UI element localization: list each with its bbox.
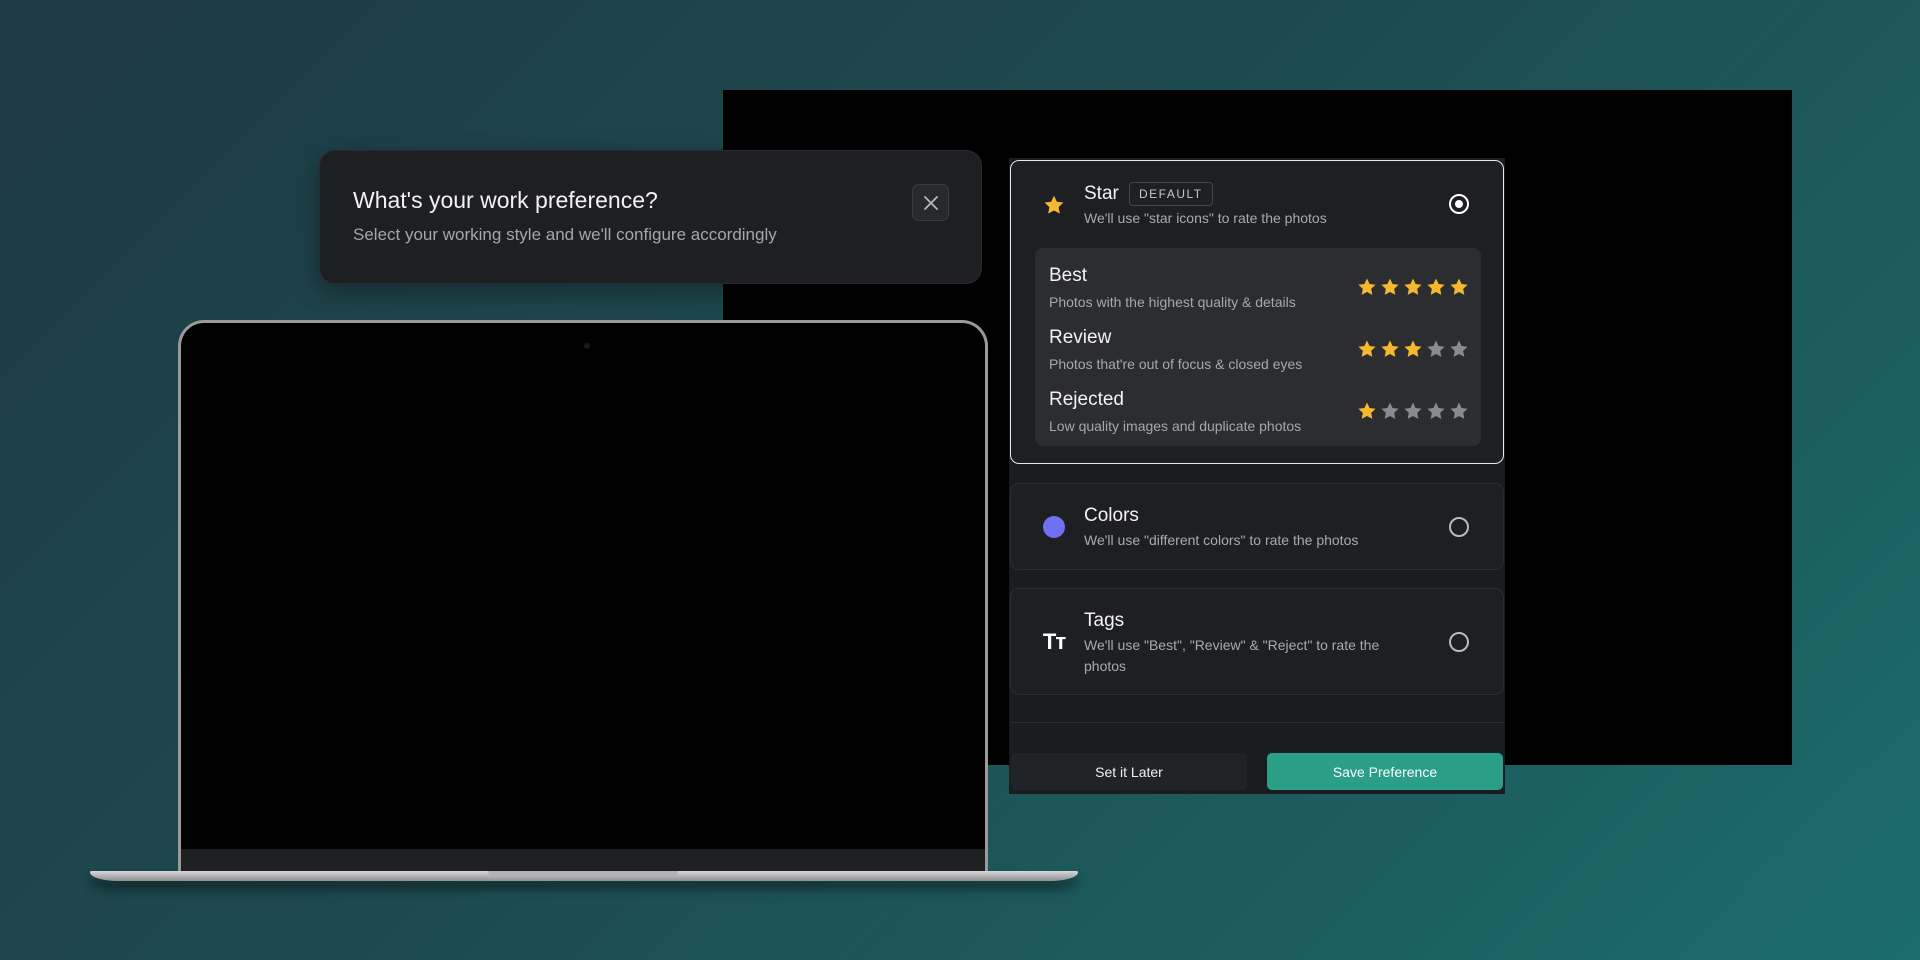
- level-title: Rejected: [1049, 389, 1124, 410]
- option-description: We'll use "star icons" to rate the photo…: [1084, 210, 1327, 226]
- option-title: Tags: [1084, 610, 1125, 631]
- star-empty-icon: [1426, 401, 1446, 421]
- radio-colors[interactable]: [1449, 517, 1469, 537]
- star-filled-icon: [1403, 339, 1423, 359]
- page-title: What's your work preference?: [353, 187, 658, 213]
- preference-header-card: What's your work preference? Select your…: [319, 150, 982, 284]
- page-subtitle: Select your working style and we'll conf…: [353, 225, 777, 244]
- close-icon: [923, 195, 938, 210]
- star-filled-icon: [1403, 277, 1423, 297]
- option-colors[interactable]: Colors We'll use "different colors" to r…: [1010, 483, 1504, 570]
- star-filled-icon: [1357, 277, 1377, 297]
- default-badge: DEFAULT: [1129, 182, 1213, 206]
- radio-star[interactable]: [1449, 194, 1469, 214]
- option-description: We'll use "different colors" to rate the…: [1084, 532, 1359, 548]
- laptop-chin: [181, 849, 985, 873]
- star-filled-icon: [1449, 277, 1469, 297]
- star-icon: [1043, 194, 1065, 216]
- preference-options-panel: Star DEFAULT We'll use "star icons" to r…: [1009, 158, 1505, 794]
- star-filled-icon: [1380, 277, 1400, 297]
- text-tag-icon: Tт: [1042, 629, 1066, 654]
- level-description: Low quality images and duplicate photos: [1049, 418, 1302, 434]
- option-description: We'll use "Best", "Review" & "Reject" to…: [1084, 637, 1380, 674]
- star-filled-icon: [1357, 401, 1377, 421]
- level-description: Photos that're out of focus & closed eye…: [1049, 356, 1303, 372]
- laptop-notch: [488, 871, 678, 877]
- option-star[interactable]: Star DEFAULT We'll use "star icons" to r…: [1010, 160, 1504, 464]
- star-empty-icon: [1449, 339, 1469, 359]
- option-title: Star: [1084, 183, 1119, 204]
- star-levels-list: Best Photos with the highest quality & d…: [1035, 248, 1481, 446]
- star-filled-icon: [1357, 339, 1377, 359]
- level-item-rejected: Rejected Low quality images and duplicat…: [1049, 389, 1469, 439]
- star-rating: [1357, 339, 1469, 359]
- star-filled-icon: [1380, 339, 1400, 359]
- level-item-best: Best Photos with the highest quality & d…: [1049, 265, 1469, 315]
- star-rating: [1357, 401, 1469, 421]
- star-filled-icon: [1426, 277, 1446, 297]
- radio-tags[interactable]: [1449, 632, 1469, 652]
- level-title: Best: [1049, 265, 1088, 286]
- star-empty-icon: [1380, 401, 1400, 421]
- option-tags[interactable]: Tт Tags We'll use "Best", "Review" & "Re…: [1010, 588, 1504, 695]
- star-rating: [1357, 277, 1469, 297]
- option-title: Colors: [1084, 505, 1139, 526]
- text-tag-icon-glyph: Tт: [1042, 629, 1066, 654]
- close-button[interactable]: [912, 184, 949, 221]
- star-empty-icon: [1403, 401, 1423, 421]
- color-dot-icon: [1043, 516, 1065, 538]
- star-empty-icon: [1426, 339, 1446, 359]
- level-description: Photos with the highest quality & detail…: [1049, 294, 1296, 310]
- laptop-screen: [178, 320, 988, 873]
- set-later-button[interactable]: Set it Later: [1011, 753, 1247, 790]
- level-title: Review: [1049, 327, 1112, 348]
- star-empty-icon: [1449, 401, 1469, 421]
- level-item-review: Review Photos that're out of focus & clo…: [1049, 327, 1469, 377]
- save-preference-button[interactable]: Save Preference: [1267, 753, 1503, 790]
- footer-divider: [1010, 722, 1504, 723]
- laptop-camera: [584, 343, 590, 349]
